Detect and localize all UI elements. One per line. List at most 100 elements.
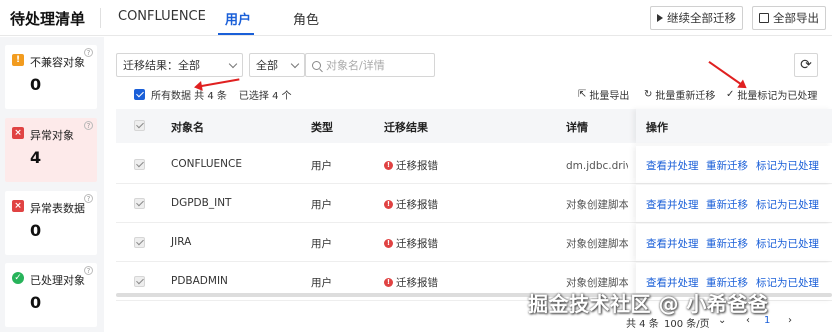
view-and-handle-link[interactable]: 查看并处理 <box>646 197 699 212</box>
detail-text: dm.jdbc.driv 附近出现错误 <box>566 160 628 172</box>
result-text: 迁移报错 <box>396 277 438 289</box>
ops-header-cell: 操作 <box>636 109 832 143</box>
result-status: ! 迁移报错 <box>384 236 438 251</box>
tab-confluence[interactable]: CONFLUENCE <box>118 9 206 24</box>
help-icon[interactable]: ? <box>84 121 93 130</box>
row-checkbox[interactable] <box>134 237 145 248</box>
batch-export-button[interactable]: ⇱ 批量导出 <box>578 87 629 102</box>
table-row[interactable]: JIRA 用户! 迁移报错 对象创建脚本 查看并处理 重新迁移 标记为已处理 <box>116 224 832 262</box>
mark-processed-link[interactable]: 标记为已处理 <box>756 197 819 212</box>
detail-text: 对象创建脚本 <box>566 199 628 211</box>
search-icon <box>312 60 321 70</box>
mark-processed-link[interactable]: 标记为已处理 <box>756 236 819 251</box>
view-and-handle-link[interactable]: 查看并处理 <box>646 158 699 173</box>
card-processed[interactable]: ? ✓ 已处理对象 0 <box>5 263 97 327</box>
result-text: 迁移报错 <box>396 238 438 250</box>
active-tab-indicator <box>218 33 254 35</box>
retry-link[interactable]: 重新迁移 <box>706 197 748 212</box>
table-row[interactable]: DGPDB_INT 用户! 迁移报错 对象创建脚本 查看并处理 重新迁移 标记为已处理 <box>116 185 832 223</box>
retry-link[interactable]: 重新迁移 <box>706 158 748 173</box>
tab-users[interactable]: 用户 <box>225 9 251 28</box>
result-text: 迁移报错 <box>396 160 438 172</box>
help-icon[interactable]: ? <box>84 48 93 57</box>
selected-count-label: 已选择 4 个 <box>238 91 292 102</box>
result-status: ! 迁移报错 <box>384 197 438 212</box>
column-header-type[interactable]: 类型 <box>311 119 333 135</box>
select-all-checkbox[interactable] <box>134 89 145 100</box>
card-count: 0 <box>30 293 42 312</box>
view-and-handle-link[interactable]: 查看并处理 <box>646 236 699 251</box>
table-row[interactable]: CONFLUENCE用户!迁移报错dm.jdbc.driv 附近出现错误查看并处… <box>116 146 832 184</box>
next-page-button[interactable]: › <box>788 315 792 326</box>
top-bar: 待处理清单 CONFLUENCE 用户 角色 继续全部迁移 全部导出 <box>0 0 832 36</box>
table-header: 对象名 类型 迁移结果 详情 操作 <box>116 109 832 143</box>
error-icon: ! <box>384 278 393 287</box>
summary-sidebar: ? ! 不兼容对象 0 ? × 异常对象 4 ? × 异常表数据 0 ? ✓ 已… <box>0 37 104 332</box>
retry-link[interactable]: 重新迁移 <box>706 236 748 251</box>
object-type: 用户 <box>311 199 332 211</box>
object-name: JIRA <box>171 236 192 248</box>
selection-info: 所有数据 共 4 条 已选择 4 个 <box>134 87 292 102</box>
result-filter-value: 迁移结果：全部 <box>123 59 200 72</box>
column-header-result[interactable]: 迁移结果 <box>384 119 428 135</box>
refresh-icon: ⟳ <box>800 57 812 73</box>
tab-roles[interactable]: 角色 <box>293 9 319 28</box>
mark-processed-link[interactable]: 标记为已处理 <box>756 158 819 173</box>
export-all-button[interactable]: 全部导出 <box>752 6 826 30</box>
batch-export-label: 批量导出 <box>589 91 630 102</box>
card-label: 不兼容对象 <box>30 56 85 69</box>
continue-all-button[interactable]: 继续全部迁移 <box>650 6 743 30</box>
row-checkbox[interactable] <box>134 198 145 209</box>
card-label: 异常对象 <box>30 129 74 142</box>
card-count: 4 <box>30 148 42 167</box>
result-filter-select[interactable]: 迁移结果：全部 <box>116 53 243 77</box>
batch-retry-label: 批量重新迁移 <box>655 91 716 102</box>
batch-mark-label: 批量标记为已处理 <box>737 91 818 102</box>
card-incompatible[interactable]: ? ! 不兼容对象 0 <box>5 45 97 109</box>
result-status: ! 迁移报错 <box>384 275 438 290</box>
error-icon: × <box>12 200 24 212</box>
check-icon: ✓ <box>12 272 24 284</box>
column-header-detail[interactable]: 详情 <box>566 119 588 135</box>
chevron-down-icon <box>290 59 300 69</box>
chevron-down-icon <box>228 59 238 69</box>
scope-filter-value: 全部 <box>256 59 278 72</box>
row-checkbox[interactable] <box>134 159 145 170</box>
row-checkbox[interactable] <box>134 276 145 287</box>
warning-icon: ! <box>12 54 24 66</box>
ops-cell: 查看并处理 重新迁移 标记为已处理 <box>636 185 832 222</box>
ops-cell: 查看并处理 重新迁移 标记为已处理 <box>636 146 832 183</box>
play-icon <box>657 14 663 22</box>
object-type: 用户 <box>311 277 332 289</box>
error-icon: ! <box>384 200 393 209</box>
refresh-button[interactable]: ⟳ <box>794 53 818 77</box>
object-name: CONFLUENCE <box>171 158 242 170</box>
page-size-select[interactable]: 100 条/页 <box>664 315 710 330</box>
export-all-label: 全部导出 <box>773 11 819 25</box>
column-header-name[interactable]: 对象名 <box>171 119 204 135</box>
search-input[interactable]: 对象名/详情 <box>305 53 435 77</box>
page-title: 待处理清单 <box>10 10 86 28</box>
object-name: PDBADMIN <box>171 275 228 287</box>
object-type: 用户 <box>311 238 332 250</box>
card-abnormal-objects[interactable]: ? × 异常对象 4 <box>5 118 97 182</box>
watermark: 掘金技术社区 @ 小希爸爸 <box>528 292 769 316</box>
batch-retry-button[interactable]: ↻ 批量重新迁移 <box>644 87 715 102</box>
object-type: 用户 <box>311 160 332 172</box>
check-icon: ✓ <box>726 89 735 100</box>
card-count: 0 <box>30 221 42 240</box>
retry-icon: ↻ <box>644 89 653 100</box>
card-abnormal-table-data[interactable]: ? × 异常表数据 0 <box>5 191 97 255</box>
scope-filter-select[interactable]: 全部 <box>249 53 305 77</box>
error-icon: × <box>12 127 24 139</box>
result-status: ! 迁移报错 <box>384 158 438 173</box>
total-count: 共 4 条 <box>626 319 659 330</box>
continue-all-label: 继续全部迁移 <box>667 11 736 25</box>
object-name: DGPDB_INT <box>171 197 232 209</box>
help-icon[interactable]: ? <box>84 194 93 203</box>
title-divider <box>100 8 101 28</box>
export-icon: ⇱ <box>578 89 587 100</box>
card-label: 已处理对象 <box>30 274 85 287</box>
header-checkbox[interactable] <box>134 120 145 131</box>
help-icon[interactable]: ? <box>84 266 93 275</box>
